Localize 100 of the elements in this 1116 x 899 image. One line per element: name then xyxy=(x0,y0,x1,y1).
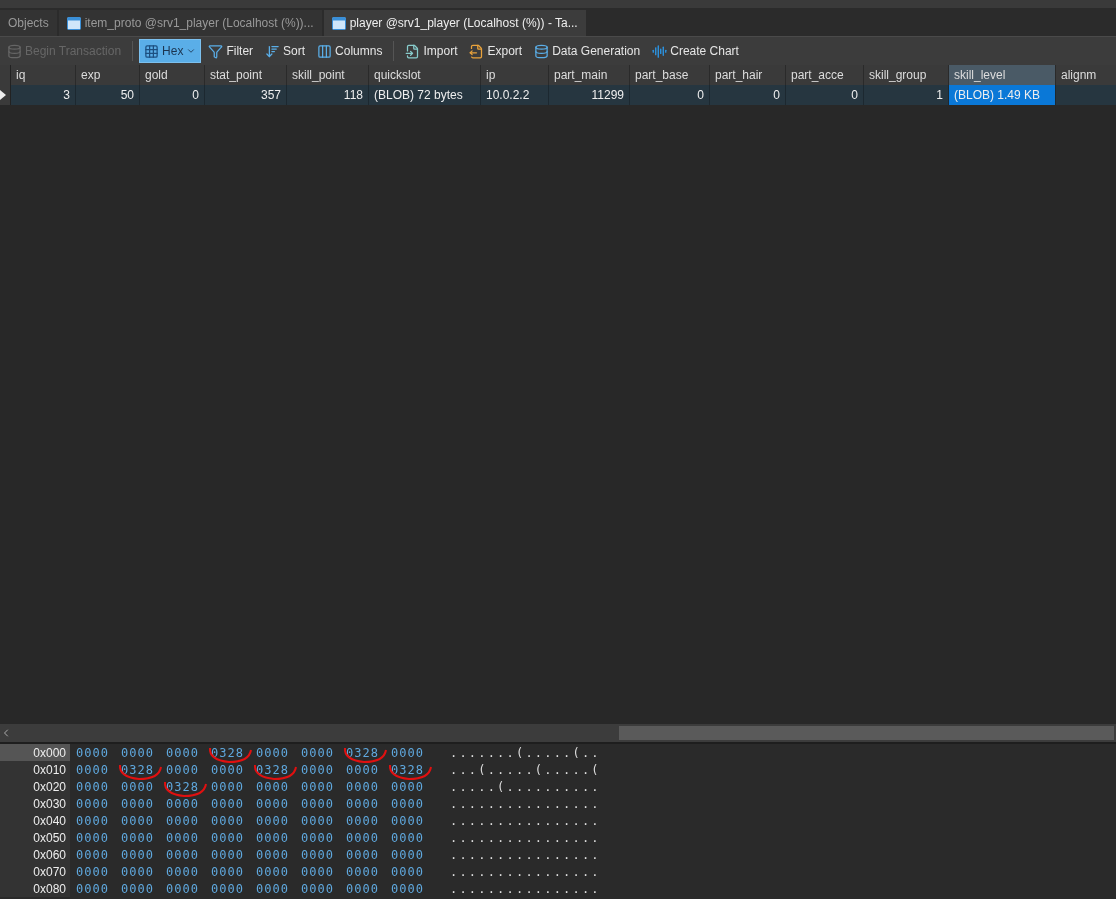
hex-word: 0000 xyxy=(211,813,245,828)
hex-word: 0328 xyxy=(121,762,161,777)
grid-icon xyxy=(144,43,160,59)
hex-offset: 0x000 xyxy=(0,744,70,761)
table-cell: 0 xyxy=(630,85,710,105)
hex-word: 0000 xyxy=(256,864,290,879)
hex-word: 0000 xyxy=(391,779,425,794)
row-indicator[interactable] xyxy=(0,85,11,105)
table-icon xyxy=(331,16,346,30)
hex-word: 0000 xyxy=(211,881,245,896)
tab[interactable]: Objects xyxy=(0,10,57,36)
hex-word: 0328 xyxy=(166,779,206,794)
hex-word: 0000 xyxy=(346,762,380,777)
column-header[interactable]: iq xyxy=(11,65,76,85)
table-icon xyxy=(66,16,81,30)
hex-word: 0000 xyxy=(346,830,380,845)
hex-word: 0000 xyxy=(301,813,335,828)
toolbar-button[interactable]: Sort xyxy=(260,39,311,63)
toolbar-button[interactable]: Columns xyxy=(312,39,388,63)
column-header[interactable]: gold xyxy=(140,65,205,85)
hex-word: 0328 xyxy=(346,745,386,760)
hex-word: 0000 xyxy=(211,847,245,862)
hex-word: 0000 xyxy=(211,864,245,879)
table-cell: 11299 xyxy=(549,85,630,105)
column-header[interactable]: part_base xyxy=(630,65,710,85)
column-header[interactable]: ip xyxy=(481,65,549,85)
hex-word: 0000 xyxy=(166,864,200,879)
file-in-icon xyxy=(405,43,421,59)
hex-word: 0000 xyxy=(391,796,425,811)
hex-word: 0000 xyxy=(166,813,200,828)
tab[interactable]: player @srv1_player (Localhost (%)) - Ta... xyxy=(323,10,586,36)
column-header[interactable]: quickslot xyxy=(369,65,481,85)
hex-word: 0000 xyxy=(121,779,155,794)
hex-word: 0000 xyxy=(391,881,425,896)
column-header[interactable]: skill_point xyxy=(287,65,369,85)
hex-word: 0000 xyxy=(301,779,335,794)
column-header[interactable]: part_hair xyxy=(710,65,786,85)
hex-word: 0328 xyxy=(256,762,296,777)
hex-word: 0000 xyxy=(346,796,380,811)
toolbar-button[interactable]: Export xyxy=(464,39,528,63)
hex-word: 0000 xyxy=(391,745,425,760)
columns-icon xyxy=(317,43,333,59)
toolbar-button[interactable]: Filter xyxy=(203,39,259,63)
table-cell: 3 xyxy=(11,85,76,105)
hex-word: 0000 xyxy=(76,830,110,845)
hex-ascii: .....(.......... xyxy=(450,779,601,794)
hex-word: 0000 xyxy=(301,881,335,896)
hex-word: 0328 xyxy=(211,745,251,760)
hex-word: 0000 xyxy=(76,813,110,828)
hex-word: 0000 xyxy=(211,779,245,794)
column-header[interactable]: stat_point xyxy=(205,65,287,85)
column-header[interactable]: part_acce xyxy=(786,65,864,85)
hex-ascii: ................ xyxy=(450,881,601,896)
hex-word: 0000 xyxy=(301,847,335,862)
hex-word: 0000 xyxy=(166,745,200,760)
database-icon xyxy=(7,43,22,59)
hex-word: 0000 xyxy=(256,779,290,794)
bars-icon xyxy=(652,43,668,59)
column-header[interactable]: alignm xyxy=(1056,65,1116,85)
hex-word: 0000 xyxy=(76,779,110,794)
column-header[interactable]: exp xyxy=(76,65,140,85)
hex-word: 0000 xyxy=(211,762,245,777)
hex-ascii: ................ xyxy=(450,864,601,879)
hex-word: 0000 xyxy=(256,847,290,862)
hex-word: 0000 xyxy=(346,847,380,862)
hex-word: 0000 xyxy=(76,864,110,879)
hex-word: 0000 xyxy=(166,830,200,845)
column-header[interactable]: part_main xyxy=(549,65,630,85)
hex-word: 0000 xyxy=(256,745,290,760)
hex-word: 0000 xyxy=(76,762,110,777)
hex-word: 0000 xyxy=(346,813,380,828)
toolbar-button[interactable]: Data Generation xyxy=(529,39,646,63)
column-header[interactable]: skill_group xyxy=(864,65,949,85)
hex-offset: 0x070 xyxy=(0,863,70,880)
toolbar-button[interactable]: Hex xyxy=(139,39,202,63)
column-header[interactable]: skill_level xyxy=(949,65,1056,85)
hex-word: 0000 xyxy=(301,745,335,760)
hex-word: 0000 xyxy=(121,796,155,811)
hex-word: 0000 xyxy=(166,762,200,777)
hex-offset: 0x060 xyxy=(0,846,70,863)
scrollbar-thumb[interactable] xyxy=(619,726,1114,740)
hex-word: 0000 xyxy=(166,847,200,862)
hex-offset: 0x050 xyxy=(0,829,70,846)
hex-word: 0000 xyxy=(391,830,425,845)
hex-word: 0000 xyxy=(76,745,110,760)
hex-word: 0000 xyxy=(121,745,155,760)
hex-word: 0000 xyxy=(346,881,380,896)
toolbar-button[interactable]: Import xyxy=(400,39,463,63)
hex-word: 0000 xyxy=(301,864,335,879)
hex-ascii: ................ xyxy=(450,830,601,845)
hex-word: 0000 xyxy=(121,830,155,845)
hex-word: 0000 xyxy=(391,847,425,862)
hex-offset: 0x030 xyxy=(0,795,70,812)
caret-icon xyxy=(186,46,197,56)
hex-offset: 0x020 xyxy=(0,778,70,795)
toolbar-button[interactable]: Create Chart xyxy=(647,39,744,63)
tab[interactable]: item_proto @srv1_player (Localhost (%))... xyxy=(58,10,322,36)
hex-word: 0000 xyxy=(346,779,380,794)
hex-word: 0000 xyxy=(391,864,425,879)
hex-word: 0000 xyxy=(391,813,425,828)
